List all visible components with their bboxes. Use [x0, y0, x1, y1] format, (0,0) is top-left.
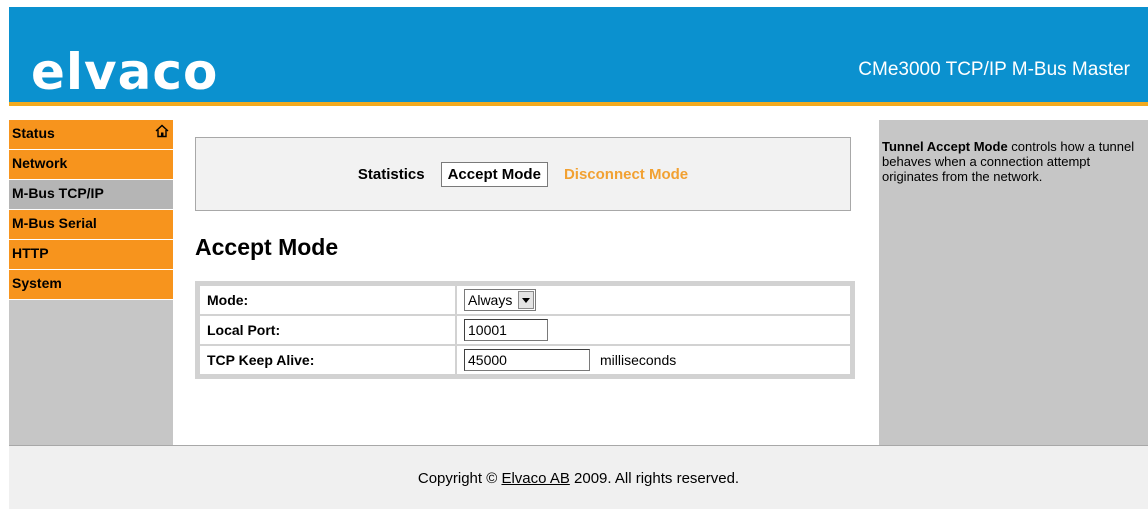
sidebar-item-system[interactable]: System [9, 270, 173, 300]
sidebar-item-label: M-Bus Serial [12, 215, 97, 231]
sub-tab-bar: Statistics Accept Mode Disconnect Mode [195, 137, 851, 211]
tab-disconnect-mode[interactable]: Disconnect Mode [558, 163, 694, 186]
tcp-keepalive-input[interactable] [464, 349, 590, 371]
chevron-down-icon[interactable] [518, 291, 535, 309]
help-title: Tunnel Accept Mode [882, 139, 1008, 154]
mode-select[interactable]: Always [464, 289, 537, 311]
help-panel: Tunnel Accept Mode controls how a tunnel… [879, 120, 1148, 445]
mode-select-value: Always [468, 292, 513, 308]
elvaco-link[interactable]: Elvaco AB [501, 470, 569, 487]
header-stripe [9, 102, 1148, 106]
copyright-prefix: Copyright © [417, 470, 502, 487]
home-icon [155, 124, 169, 138]
footer: Copyright © Elvaco AB 2009. All rights r… [9, 445, 1148, 509]
sidebar-item-mbus-serial[interactable]: M-Bus Serial [9, 210, 173, 240]
accept-mode-settings-table: Mode: Always Local Port: TCP Keep Alive:… [195, 281, 855, 379]
copyright-suffix: 2009. All rights reserved. [569, 470, 740, 487]
tab-statistics[interactable]: Statistics [352, 163, 431, 186]
sidebar-item-network[interactable]: Network [9, 150, 173, 180]
sidebar-item-http[interactable]: HTTP [9, 240, 173, 270]
sidebar-item-status[interactable]: Status [9, 120, 173, 150]
sidebar-item-label: M-Bus TCP/IP [12, 185, 104, 201]
sidebar-item-label: HTTP [12, 245, 49, 261]
elvaco-logo[interactable]: elvaco [31, 47, 218, 97]
tab-accept-mode[interactable]: Accept Mode [440, 161, 548, 187]
main-content: Statistics Accept Mode Disconnect Mode A… [173, 120, 879, 445]
table-row: Mode: Always [200, 286, 850, 314]
sidebar-nav: Status Network M-Bus TCP/IP M-Bus Serial… [9, 120, 173, 445]
sidebar-item-label: System [12, 275, 62, 291]
tcp-keepalive-label: TCP Keep Alive: [200, 346, 455, 374]
page-title: Accept Mode [195, 234, 339, 260]
keepalive-unit-label: milliseconds [600, 352, 677, 368]
sidebar-item-mbus-tcpip[interactable]: M-Bus TCP/IP [9, 180, 173, 210]
header-banner: elvaco CMe3000 TCP/IP M-Bus Master [9, 7, 1148, 102]
mode-label: Mode: [200, 286, 455, 314]
sidebar-item-label: Network [12, 155, 68, 171]
local-port-input[interactable] [464, 319, 548, 341]
sidebar-item-label: Status [12, 125, 55, 141]
table-row: Local Port: [200, 316, 850, 344]
local-port-label: Local Port: [200, 316, 455, 344]
table-row: TCP Keep Alive: milliseconds [200, 346, 850, 374]
product-title: CMe3000 TCP/IP M-Bus Master [858, 59, 1130, 80]
